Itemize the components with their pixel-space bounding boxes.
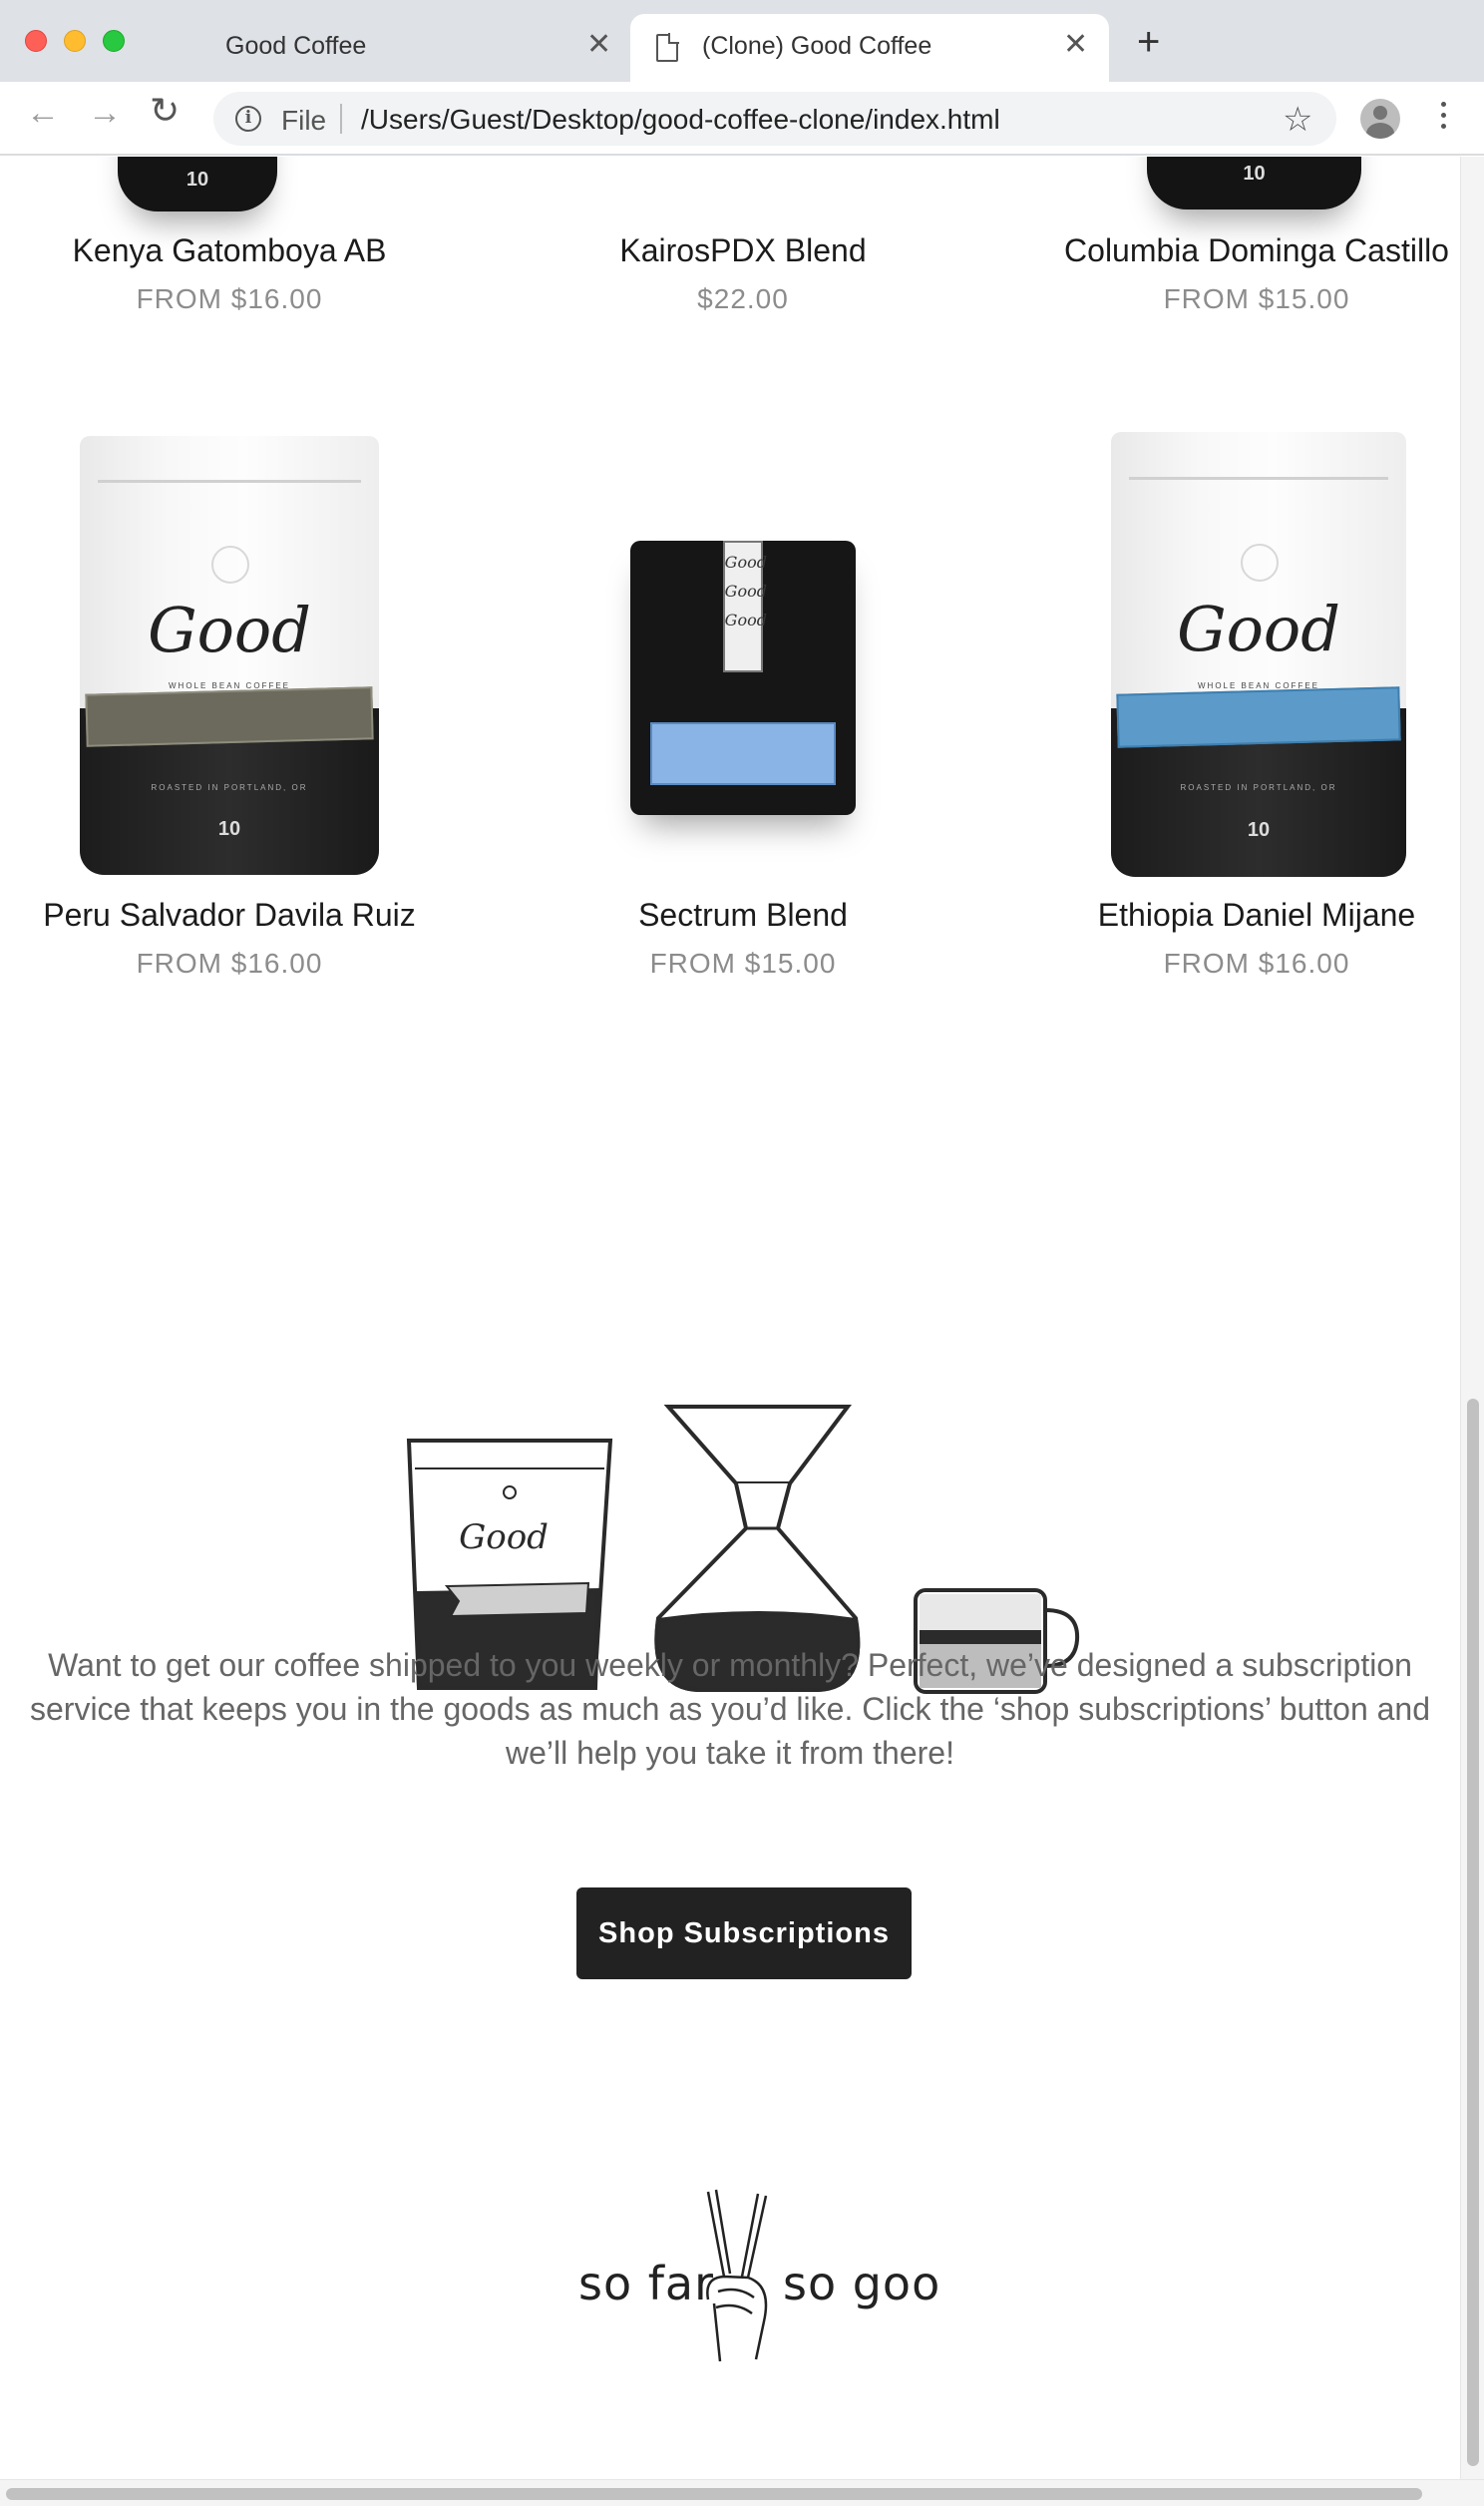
avatar-icon[interactable]: [1360, 99, 1400, 139]
kebab-menu-icon[interactable]: [1436, 102, 1450, 136]
scrollbar-thumb[interactable]: [1467, 1399, 1479, 2466]
bag-label: [1116, 685, 1401, 747]
horizontal-scrollbar[interactable]: [0, 2479, 1484, 2506]
product-image-ethiopia[interactable]: Good WHOLE BEAN COFFEE ROASTED IN PORTLA…: [1111, 432, 1406, 877]
product-name[interactable]: Ethiopia Daniel Mijane: [1027, 897, 1460, 934]
so-far-so-good-logo: so far so good: [578, 2189, 937, 2362]
product-name[interactable]: Sectrum Blend: [514, 897, 972, 934]
tab-clone-good-coffee[interactable]: (Clone) Good Coffee ✕: [630, 14, 1109, 82]
address-bar[interactable]: i File /Users/Guest/Desktop/good-coffee-…: [213, 92, 1336, 146]
vertical-scrollbar[interactable]: [1460, 157, 1484, 2479]
reload-icon[interactable]: ↻: [150, 93, 180, 129]
product-card[interactable]: Columbia Dominga Castillo FROM $15.00: [1027, 232, 1460, 315]
browser-toolbar: ← → ↻ i File /Users/Guest/Desktop/good-c…: [0, 82, 1484, 156]
bag-strip: Good Good Good: [722, 541, 767, 672]
minimize-window-button[interactable]: [64, 30, 86, 52]
product-image-peru[interactable]: Good WHOLE BEAN COFFEE ROASTED IN PORTLA…: [80, 436, 379, 875]
tab-strip: Good Coffee ✕ (Clone) Good Coffee ✕ +: [0, 0, 1484, 82]
product-name[interactable]: Kenya Gatomboya AB: [0, 232, 459, 269]
plus-icon[interactable]: +: [1137, 22, 1160, 62]
close-icon[interactable]: ✕: [586, 27, 611, 62]
info-icon[interactable]: i: [235, 106, 261, 132]
product-card[interactable]: Sectrum Blend FROM $15.00: [514, 897, 972, 980]
product-price: FROM $15.00: [649, 948, 837, 979]
product-price: FROM $16.00: [136, 283, 323, 314]
product-price: FROM $15.00: [1163, 283, 1350, 314]
product-name[interactable]: Peru Salvador Davila Ruiz: [0, 897, 459, 934]
footer-left-text: so far: [578, 2257, 714, 2310]
shop-subscriptions-button[interactable]: Shop Subscriptions: [576, 1887, 912, 1979]
scrollbar-thumb[interactable]: [6, 2488, 1422, 2500]
footer-right-text: so good: [783, 2257, 937, 2310]
star-icon[interactable]: ☆: [1283, 100, 1312, 140]
arrow-left-icon[interactable]: ←: [26, 96, 60, 130]
product-image-kenya[interactable]: 10: [118, 157, 277, 211]
product-card[interactable]: KairosPDX Blend $22.00: [514, 232, 972, 315]
divider: [340, 104, 342, 134]
illustration-bag-logo: Good: [459, 1517, 549, 1557]
subscription-blurb: Want to get our coffee shipped to you we…: [29, 1647, 1431, 1771]
page-viewport: 10 10 Kenya Gatomboya AB FROM $16.00 Kai…: [0, 157, 1460, 2479]
product-image-spectrum[interactable]: Good Good Good: [630, 541, 856, 815]
product-name[interactable]: KairosPDX Blend: [514, 232, 972, 269]
zoom-window-button[interactable]: [103, 30, 125, 52]
product-card[interactable]: Peru Salvador Davila Ruiz FROM $16.00: [0, 897, 459, 980]
net-weight: 10: [1247, 819, 1271, 842]
product-price: $22.00: [697, 283, 789, 314]
bag-label: [85, 686, 374, 747]
bag-logo: Good: [1177, 592, 1340, 665]
peace-hand-icon: [706, 2189, 768, 2362]
product-card[interactable]: Kenya Gatomboya AB FROM $16.00: [0, 232, 459, 315]
bag-label: [650, 721, 836, 785]
product-price: FROM $16.00: [136, 948, 323, 979]
net-weight: 10: [1243, 163, 1266, 185]
bag-logo: Good: [148, 594, 311, 667]
product-price: FROM $16.00: [1163, 948, 1350, 979]
tab-title: Good Coffee: [225, 32, 367, 60]
product-image-columbia[interactable]: 10: [1147, 157, 1361, 209]
close-window-button[interactable]: [25, 30, 47, 52]
net-weight: 10: [217, 817, 241, 840]
close-icon[interactable]: ✕: [1063, 27, 1088, 62]
net-weight: 10: [186, 169, 209, 191]
arrow-right-icon[interactable]: →: [88, 96, 122, 130]
tab-good-coffee[interactable]: Good Coffee ✕: [189, 14, 628, 82]
document-icon: [656, 33, 679, 62]
url-scheme: File: [281, 105, 327, 136]
tab-title: (Clone) Good Coffee: [702, 32, 932, 60]
product-name[interactable]: Columbia Dominga Castillo: [1027, 232, 1460, 269]
product-card[interactable]: Ethiopia Daniel Mijane FROM $16.00: [1027, 897, 1460, 980]
url-text[interactable]: /Users/Guest/Desktop/good-coffee-clone/i…: [361, 104, 1000, 136]
